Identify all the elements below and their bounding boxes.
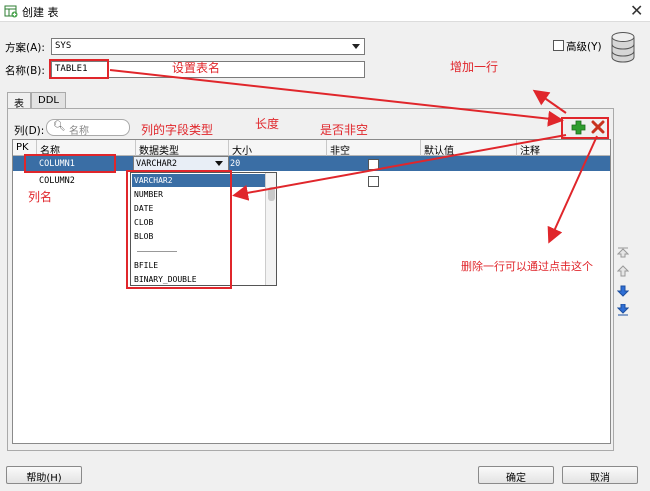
tab-ddl[interactable]: DDL xyxy=(31,92,66,108)
schema-value: SYS xyxy=(55,41,72,51)
close-icon[interactable]: ✕ xyxy=(630,1,643,20)
add-icon[interactable] xyxy=(571,120,586,135)
move-bottom-icon[interactable] xyxy=(617,304,629,316)
scrollbar-thumb[interactable] xyxy=(268,187,275,201)
move-down-icon[interactable] xyxy=(617,285,629,297)
annotation-delete-row: 删除一行可以通过点击这个 xyxy=(461,260,593,273)
move-up-icon[interactable] xyxy=(617,265,629,277)
annotation-length: 长度 xyxy=(255,117,280,131)
delete-icon[interactable] xyxy=(591,120,605,134)
header-size: 大小 xyxy=(229,140,327,157)
chevron-down-icon xyxy=(352,44,360,49)
chevron-down-icon xyxy=(215,161,223,166)
move-top-icon[interactable] xyxy=(617,246,629,258)
tab-table[interactable]: 表 xyxy=(7,92,31,110)
window-title: 创建 表 xyxy=(22,6,59,19)
column-search-input[interactable]: 🔍︎ 名称 xyxy=(46,119,130,137)
advanced-checkbox[interactable] xyxy=(553,40,564,51)
row2-name[interactable]: COLUMN2 xyxy=(39,176,75,186)
row2-not-null-checkbox[interactable] xyxy=(368,176,379,187)
title-bar xyxy=(0,0,650,22)
search-icon: 🔍︎ xyxy=(53,121,66,132)
column-name-highlight xyxy=(24,154,116,173)
search-placeholder: 名称 xyxy=(69,126,89,137)
columns-grid: PK 名称 数据类型 大小 非空 默认值 注释 COLUMN1 VARCHAR2… xyxy=(12,139,611,444)
annotation-add-row: 增加一行 xyxy=(450,60,499,74)
header-default: 默认值 xyxy=(421,140,517,157)
data-type-highlight xyxy=(126,170,232,289)
ok-button[interactable]: 确定 xyxy=(478,466,554,484)
columns-label: 列(D): xyxy=(14,125,45,137)
row1-type-select[interactable]: VARCHAR2 xyxy=(133,156,229,171)
annotation-field-type: 列的字段类型 xyxy=(141,123,214,137)
row1-size[interactable]: 20 xyxy=(230,159,240,169)
header-data-type: 数据类型 xyxy=(136,140,229,157)
table-create-icon xyxy=(4,5,18,18)
row1-not-null-checkbox[interactable] xyxy=(368,159,379,170)
cancel-button[interactable]: 取消 xyxy=(562,466,638,484)
header-comment: 注释 xyxy=(517,140,610,157)
row1-type-value: VARCHAR2 xyxy=(136,159,177,169)
schema-select[interactable]: SYS xyxy=(51,38,365,55)
annotation-column-name: 列名 xyxy=(28,190,53,204)
database-icon xyxy=(611,32,635,63)
help-button[interactable]: 帮助(H) xyxy=(6,466,82,484)
annotation-set-table-name: 设置表名 xyxy=(172,61,221,75)
table-name-highlight xyxy=(49,59,109,79)
dropdown-scrollbar[interactable] xyxy=(265,173,276,285)
advanced-label: 高级(Y) xyxy=(566,41,602,53)
annotation-not-null: 是否非空 xyxy=(320,123,369,137)
name-label: 名称(B): xyxy=(5,65,45,77)
schema-label: 方案(A): xyxy=(5,42,45,54)
header-not-null: 非空 xyxy=(327,140,421,157)
